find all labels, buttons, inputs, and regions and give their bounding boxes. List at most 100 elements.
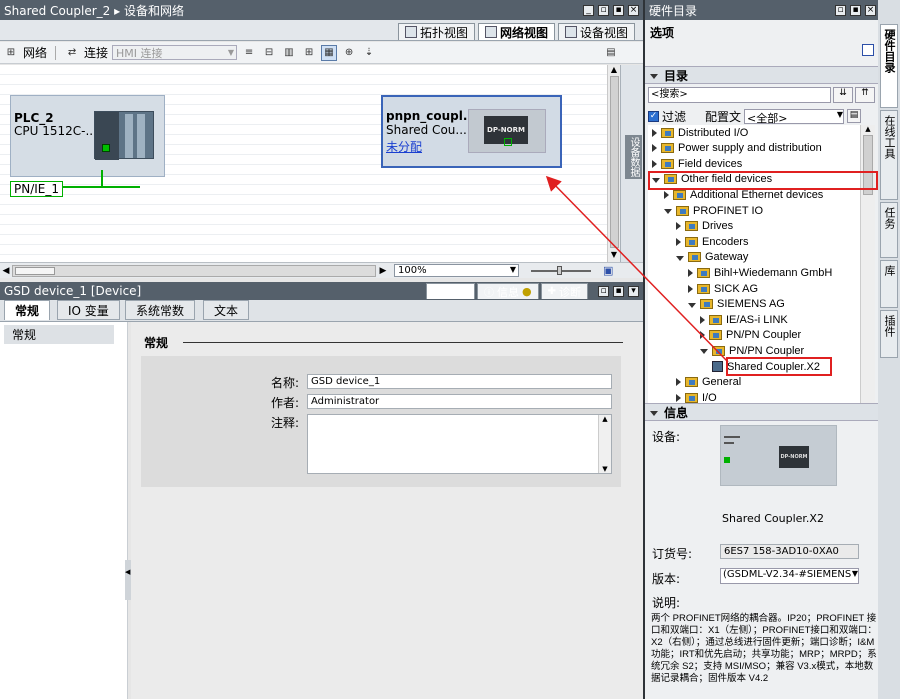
distribute-icon[interactable]: ⊟ (261, 45, 277, 61)
connect-label[interactable]: 连接 (84, 44, 108, 61)
restore-icon[interactable]: ▫ (598, 4, 609, 16)
tree-folder-item[interactable]: Gateway (648, 250, 748, 265)
grid-icon[interactable]: ⊞ (301, 45, 317, 61)
close-icon[interactable]: × (628, 4, 639, 16)
collapsed-arrow-icon[interactable] (700, 331, 705, 340)
unassigned-link[interactable]: 未分配 (386, 138, 422, 155)
side-tab-online-tools[interactable]: 在线工具 (880, 110, 898, 200)
tree-folder-item[interactable]: PN/PN Coupler (648, 328, 801, 343)
tree-folder-item[interactable]: Power supply and distribution (648, 141, 822, 156)
expanded-arrow-icon[interactable] (664, 209, 672, 214)
pnpn-device-card[interactable]: pnpn_coupl... Shared Cou... 未分配 DP-NORM (381, 95, 562, 168)
zoom-slider[interactable] (531, 265, 591, 275)
highlight-icon[interactable]: ≡ (241, 45, 257, 61)
tree-folder-item[interactable]: IE/AS-i LINK (648, 312, 788, 327)
collapse-icon[interactable]: ▾ (628, 285, 639, 297)
hmi-connection-select[interactable]: HMI 连接 ▼ (112, 45, 238, 60)
expanded-arrow-icon[interactable] (688, 302, 696, 308)
save-icon[interactable]: ⇣ (361, 45, 377, 61)
expanded-arrow-icon[interactable] (676, 255, 684, 261)
minimize-icon[interactable]: _ (583, 4, 594, 16)
tab-io-tags[interactable]: IO 变量 (57, 300, 120, 320)
side-tab-addins[interactable]: 插件 (880, 310, 898, 358)
zoom-icon[interactable]: ⊕ (341, 45, 357, 61)
tree-folder-item[interactable]: I/O (648, 390, 717, 403)
tree-folder-item[interactable]: PROFINET IO (648, 203, 763, 218)
catalog-section-header[interactable]: 目录 (645, 66, 880, 84)
collapsed-arrow-icon[interactable] (664, 190, 669, 199)
collapse-arrow-icon[interactable] (650, 410, 658, 416)
profile-select[interactable]: <全部> ▼ (744, 108, 845, 125)
canvas-vertical-scrollbar[interactable]: ▲ ▼ (607, 65, 620, 262)
collapsed-arrow-icon[interactable] (676, 393, 681, 402)
tab-device-view[interactable]: 设备视图 (557, 23, 635, 40)
tree-folder-item[interactable]: Drives (648, 219, 733, 234)
collapsed-arrow-icon[interactable] (676, 237, 681, 246)
scroll-up-icon[interactable]: ▲ (861, 125, 875, 133)
collapsed-arrow-icon[interactable] (652, 144, 657, 153)
collapse-arrow-icon[interactable] (650, 73, 658, 79)
author-input[interactable]: Administrator (307, 394, 612, 409)
splitter-arrow-icon[interactable]: ◀ (125, 568, 130, 576)
tab-network-view[interactable]: 网络视图 (477, 23, 555, 40)
collapsed-arrow-icon[interactable] (652, 159, 657, 168)
tab-texts[interactable]: 文本 (203, 300, 250, 320)
restore-icon[interactable]: ▫ (598, 285, 609, 297)
version-select[interactable]: (GSDML-V2.34-#SIEMENS ▼ (720, 568, 859, 584)
collapsed-arrow-icon[interactable] (688, 268, 693, 277)
scroll-thumb[interactable] (609, 76, 619, 248)
side-tab-hardware-catalog[interactable]: 硬件目录 (880, 24, 898, 108)
maximize-icon[interactable]: ▪ (613, 285, 624, 297)
table-icon[interactable]: ▦ (321, 44, 338, 61)
tree-folder-item[interactable]: Bihl+Wiedemann GmbH (648, 265, 832, 280)
info-section-header[interactable]: 信息 (645, 403, 880, 421)
tab-properties[interactable]: ◙ 属性 (426, 283, 475, 299)
device-data-label[interactable]: 设备数据 (625, 135, 642, 179)
collapsed-arrow-icon[interactable] (652, 128, 657, 137)
horizontal-scroll-thumb[interactable] (15, 266, 55, 275)
side-tab-libraries[interactable]: 库 (880, 260, 898, 308)
network-canvas[interactable]: PLC_2 CPU 1512C-... PN/IE_1 pnpn_coupl..… (0, 65, 607, 262)
tree-folder-item[interactable]: General (648, 375, 741, 390)
tree-folder-item[interactable]: SIEMENS AG (648, 297, 785, 312)
scroll-right-icon[interactable]: ▶ (376, 266, 390, 276)
scroll-up-icon[interactable]: ▲ (599, 415, 611, 423)
collapsed-arrow-icon[interactable] (700, 315, 705, 324)
expanded-arrow-icon[interactable] (700, 349, 708, 355)
connect-icon[interactable]: ⇄ (64, 45, 80, 61)
tab-general[interactable]: 常规 (4, 300, 51, 320)
filter-checkbox[interactable]: ✓ (648, 110, 659, 122)
align-icon[interactable]: ▥ (281, 45, 297, 61)
side-tab-tasks[interactable]: 任务 (880, 202, 898, 258)
maximize-icon[interactable]: ▪ (850, 4, 861, 16)
scroll-up-icon[interactable]: ▲ (608, 65, 620, 74)
overview-icon[interactable]: ▤ (603, 45, 619, 61)
close-icon[interactable]: × (865, 4, 876, 16)
zoom-select[interactable]: 100% ▼ (394, 264, 519, 277)
collapsed-arrow-icon[interactable] (676, 222, 681, 231)
tree-folder-item[interactable]: Encoders (648, 234, 748, 249)
scroll-down-icon[interactable]: ▼ (599, 465, 611, 473)
restore-icon[interactable]: ▫ (835, 4, 846, 16)
name-input[interactable]: GSD device_1 (307, 374, 612, 389)
network-mode-icon[interactable]: ⊞ (3, 45, 19, 61)
tab-topology-view[interactable]: 拓扑视图 (397, 23, 475, 40)
nav-item-general[interactable]: 常规 (4, 325, 114, 344)
search-down-button[interactable]: ⇊ (833, 87, 853, 103)
tab-diagnostics[interactable]: ✚ 诊断 (540, 283, 588, 299)
maximize-icon[interactable]: ▪ (613, 4, 624, 16)
collapsed-arrow-icon[interactable] (688, 284, 693, 293)
network-mode-label[interactable]: 网络 (23, 44, 47, 61)
collapsed-arrow-icon[interactable] (676, 378, 681, 387)
profile-settings-icon[interactable]: ▤ (847, 109, 862, 123)
comment-scrollbar[interactable]: ▲ ▼ (598, 415, 611, 473)
tab-info[interactable]: ⓘ 信息 ● (477, 283, 539, 299)
scroll-down-icon[interactable]: ▼ (608, 250, 620, 259)
comment-textarea[interactable]: ▲ ▼ (307, 414, 612, 474)
plc-device-card[interactable]: PLC_2 CPU 1512C-... (10, 95, 165, 177)
search-up-button[interactable]: ⇈ (855, 87, 875, 103)
device-data-sidebar[interactable]: 设备数据 (620, 65, 643, 262)
pn-ie-label[interactable]: PN/IE_1 (10, 181, 64, 197)
tree-folder-item[interactable]: Field devices (648, 156, 742, 171)
canvas-horizontal-scrollbar[interactable] (12, 264, 376, 277)
